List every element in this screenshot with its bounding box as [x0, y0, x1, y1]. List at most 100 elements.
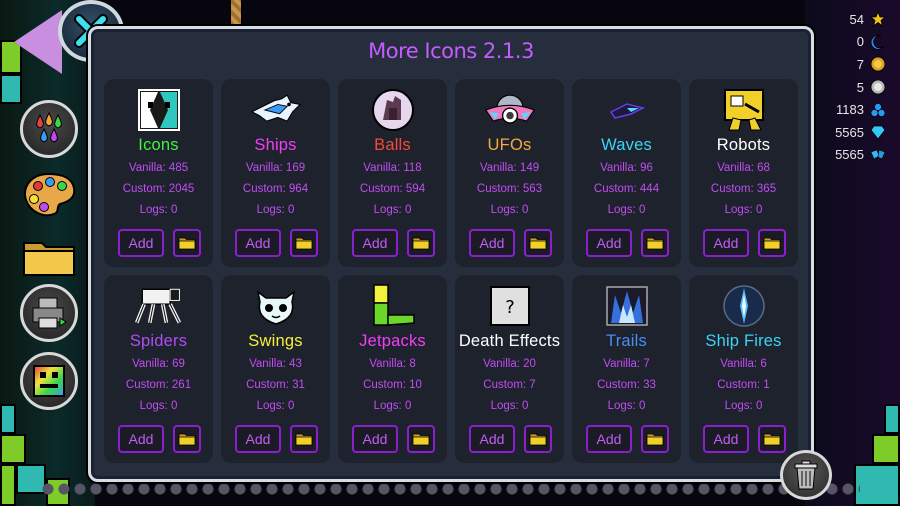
trash-button[interactable] [780, 450, 832, 500]
open-folder-button[interactable] [407, 229, 435, 257]
open-folder-button[interactable] [407, 425, 435, 453]
custom-count: Custom: 444 [593, 183, 660, 195]
add-button[interactable]: Add [235, 425, 281, 453]
diamond-icon [870, 124, 886, 140]
color-drops-icon [36, 111, 62, 143]
category-grid: Icons Vanilla: 485 Custom: 2045 Logs: 0 … [104, 79, 804, 463]
custom-count: Custom: 563 [476, 183, 543, 195]
logs-count: Logs: 0 [607, 204, 646, 216]
bg-block [0, 434, 26, 464]
add-button[interactable]: Add [235, 229, 281, 257]
bg-block [884, 404, 900, 434]
category-card-icons: Icons Vanilla: 485 Custom: 2045 Logs: 0 … [104, 79, 213, 267]
rope [230, 0, 242, 26]
folder-icon [646, 237, 664, 250]
ship-fire-icon [718, 283, 770, 329]
category-name: Balls [374, 136, 411, 154]
panel-title: More Icons 2.1.3 [368, 39, 534, 63]
editor-button[interactable] [20, 284, 78, 342]
logs-count: Logs: 0 [139, 400, 178, 412]
category-name: Trails [606, 332, 647, 350]
folder-icon [412, 433, 430, 446]
logs-count: Logs: 0 [373, 204, 412, 216]
bg-block [0, 404, 16, 434]
add-button[interactable]: Add [469, 425, 515, 453]
category-name: Death Effects [458, 332, 561, 350]
add-button[interactable]: Add [118, 425, 164, 453]
gold-coin-icon [870, 56, 886, 72]
add-button[interactable]: Add [703, 425, 749, 453]
open-folder-button[interactable] [758, 425, 786, 453]
category-card-balls: Balls Vanilla: 118 Custom: 594 Logs: 0 A… [338, 79, 447, 267]
open-folder-button[interactable] [641, 229, 669, 257]
add-button[interactable]: Add [118, 229, 164, 257]
vanilla-count: Vanilla: 68 [717, 162, 770, 174]
floor-chain [40, 482, 860, 496]
diamond-shards-icon [870, 147, 886, 163]
logs-count: Logs: 0 [490, 204, 529, 216]
bg-block [0, 464, 16, 506]
logs-count: Logs: 0 [373, 400, 412, 412]
vanilla-count: Vanilla: 96 [600, 162, 653, 174]
category-name: Robots [716, 136, 771, 154]
stat-value: 54 [849, 11, 864, 27]
add-button[interactable]: Add [352, 425, 398, 453]
open-folder-button[interactable] [290, 229, 318, 257]
open-folder-button[interactable] [290, 425, 318, 453]
open-folder-button[interactable] [524, 229, 552, 257]
vanilla-count: Vanilla: 8 [369, 358, 416, 370]
folder-icon [178, 237, 196, 250]
stat-value: 5 [856, 79, 864, 95]
spider-icon [133, 283, 185, 329]
category-card-spiders: Spiders Vanilla: 69 Custom: 261 Logs: 0 … [104, 275, 213, 463]
custom-count: Custom: 2045 [122, 183, 195, 195]
custom-count: Custom: 31 [246, 379, 305, 391]
color-drops-button[interactable] [20, 100, 78, 158]
vanilla-count: Vanilla: 20 [483, 358, 536, 370]
add-button[interactable]: Add [703, 229, 749, 257]
wave-icon [601, 87, 653, 133]
category-name: Ships [254, 136, 297, 154]
bg-block [854, 464, 900, 506]
category-name: UFOs [487, 136, 532, 154]
add-button[interactable]: Add [586, 229, 632, 257]
printer-icon [32, 297, 67, 329]
category-card-trails: Trails Vanilla: 7 Custom: 33 Logs: 0 Add [572, 275, 681, 463]
back-arrow-button[interactable] [14, 10, 62, 74]
open-folder-button[interactable] [524, 425, 552, 453]
stat-value: 0 [856, 34, 864, 50]
add-button[interactable]: Add [586, 425, 632, 453]
logs-count: Logs: 0 [139, 204, 178, 216]
stat-value: 5565 [835, 124, 864, 140]
folder-icon [646, 433, 664, 446]
logs-count: Logs: 0 [724, 400, 763, 412]
palette-button[interactable] [20, 166, 78, 224]
orbs-icon [870, 102, 886, 118]
custom-count: Custom: 33 [597, 379, 656, 391]
swing-icon [250, 283, 302, 329]
category-card-ships: Ships Vanilla: 169 Custom: 964 Logs: 0 A… [221, 79, 330, 267]
folder-button[interactable] [20, 228, 78, 286]
logs-count: Logs: 0 [256, 400, 295, 412]
palette-icon [24, 172, 76, 217]
silver-coin-icon [870, 79, 886, 95]
open-folder-button[interactable] [173, 425, 201, 453]
open-folder-button[interactable] [173, 229, 201, 257]
open-folder-button[interactable] [758, 229, 786, 257]
folder-icon [763, 433, 781, 446]
category-name: Jetpacks [359, 332, 426, 350]
vanilla-count: Vanilla: 118 [363, 162, 422, 174]
logs-count: Logs: 0 [256, 204, 295, 216]
logs-count: Logs: 0 [724, 204, 763, 216]
star-icon [870, 11, 886, 28]
ufo-icon [484, 87, 536, 133]
jetpack-icon [367, 283, 419, 329]
category-card-waves: Waves Vanilla: 96 Custom: 444 Logs: 0 Ad… [572, 79, 681, 267]
add-button[interactable]: Add [469, 229, 515, 257]
category-card-robots: Robots Vanilla: 68 Custom: 365 Logs: 0 A… [689, 79, 798, 267]
open-folder-button[interactable] [641, 425, 669, 453]
logs-count: Logs: 0 [607, 400, 646, 412]
add-button[interactable]: Add [352, 229, 398, 257]
vanilla-count: Vanilla: 149 [479, 162, 540, 174]
icon-kit-button[interactable] [20, 352, 78, 410]
